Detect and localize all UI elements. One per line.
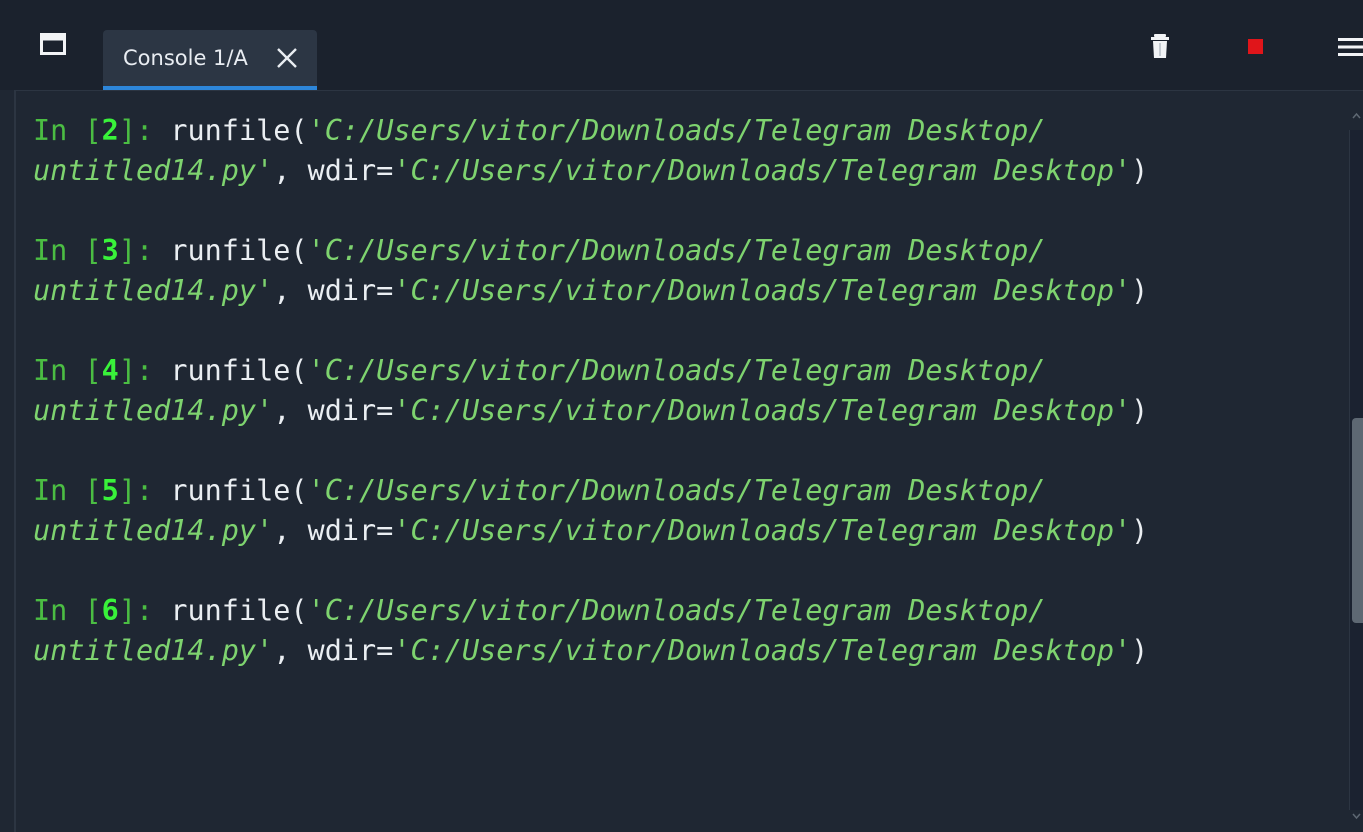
console-text: In [2]: runfile('C:/Users/vitor/Download… [33,111,1148,711]
closing-paren: ) [1131,634,1149,667]
prompt-close-bracket: ]: [118,594,171,627]
wdir-path-string: 'C:/Users/vitor/Downloads/Telegram Deskt… [393,514,1132,547]
ipython-console-window: Console 1/A In [2]: runfile('C:/Users/vi… [0,0,1363,832]
console-line: untitled14.py', wdir='C:/Users/vitor/Dow… [33,271,1148,311]
closing-paren: ) [1131,154,1149,187]
scroll-up-arrow-icon[interactable] [1350,108,1363,124]
wdir-path-string: 'C:/Users/vitor/Downloads/Telegram Deskt… [393,274,1132,307]
prompt-close-bracket: ]: [118,474,171,507]
wdir-path-string: 'C:/Users/vitor/Downloads/Telegram Deskt… [393,394,1132,427]
prompt-open-bracket: [ [84,474,102,507]
console-line: untitled14.py', wdir='C:/Users/vitor/Dow… [33,631,1148,671]
scroll-down-arrow-icon[interactable] [1350,808,1363,824]
prompt-in-label: In [33,474,85,507]
prompt-in-label: In [33,234,85,267]
console-input-entry: In [4]: runfile('C:/Users/vitor/Download… [33,351,1148,431]
console-line: untitled14.py', wdir='C:/Users/vitor/Dow… [33,151,1148,191]
console-line: untitled14.py', wdir='C:/Users/vitor/Dow… [33,391,1148,431]
file-path-string: 'C:/Users/vitor/Downloads/Telegram Deskt… [307,474,1046,507]
wdir-argument-label: , wdir= [273,274,394,307]
runfile-call: runfile( [170,354,308,387]
runfile-call: runfile( [170,474,308,507]
file-path-string-cont: untitled14.py' [33,394,274,427]
prompt-in-label: In [33,114,85,147]
hamburger-menu-icon[interactable] [1338,37,1363,57]
prompt-number: 4 [101,354,119,387]
console-input-entry: In [5]: runfile('C:/Users/vitor/Download… [33,471,1148,551]
runfile-call: runfile( [170,234,308,267]
console-line: In [3]: runfile('C:/Users/vitor/Download… [33,231,1148,271]
trash-icon[interactable] [1150,33,1170,59]
file-path-string-cont: untitled14.py' [33,274,274,307]
console-input-entry: In [6]: runfile('C:/Users/vitor/Download… [33,591,1148,671]
prompt-number: 5 [101,474,119,507]
wdir-argument-label: , wdir= [273,154,394,187]
stop-icon[interactable] [1248,39,1263,54]
console-output-area[interactable]: In [2]: runfile('C:/Users/vitor/Download… [14,90,1363,832]
console-line: In [5]: runfile('C:/Users/vitor/Download… [33,471,1148,511]
wdir-argument-label: , wdir= [273,514,394,547]
prompt-close-bracket: ]: [118,354,171,387]
close-icon[interactable] [275,46,299,70]
console-input-entry: In [3]: runfile('C:/Users/vitor/Download… [33,231,1148,311]
file-path-string-cont: untitled14.py' [33,634,274,667]
window-icon[interactable] [40,33,66,55]
console-line: In [4]: runfile('C:/Users/vitor/Download… [33,351,1148,391]
file-path-string: 'C:/Users/vitor/Downloads/Telegram Deskt… [307,354,1046,387]
wdir-path-string: 'C:/Users/vitor/Downloads/Telegram Deskt… [393,634,1132,667]
runfile-call: runfile( [170,594,308,627]
closing-paren: ) [1131,394,1149,427]
wdir-argument-label: , wdir= [273,394,394,427]
prompt-open-bracket: [ [84,594,102,627]
vertical-scrollbar-thumb[interactable] [1352,418,1363,623]
prompt-number: 6 [101,594,119,627]
prompt-open-bracket: [ [84,234,102,267]
tab-label: Console 1/A [123,46,248,70]
file-path-string: 'C:/Users/vitor/Downloads/Telegram Deskt… [307,234,1046,267]
console-line: In [6]: runfile('C:/Users/vitor/Download… [33,591,1148,631]
file-path-string-cont: untitled14.py' [33,514,274,547]
prompt-close-bracket: ]: [118,234,171,267]
console-line: In [2]: runfile('C:/Users/vitor/Download… [33,111,1148,151]
console-input-entry: In [2]: runfile('C:/Users/vitor/Download… [33,111,1148,191]
tab-console-1a[interactable]: Console 1/A [103,30,317,90]
prompt-in-label: In [33,594,85,627]
prompt-open-bracket: [ [84,354,102,387]
closing-paren: ) [1131,274,1149,307]
console-tab-bar: Console 1/A [0,0,1363,90]
file-path-string: 'C:/Users/vitor/Downloads/Telegram Deskt… [307,594,1046,627]
console-line: untitled14.py', wdir='C:/Users/vitor/Dow… [33,511,1148,551]
runfile-call: runfile( [170,114,308,147]
file-path-string-cont: untitled14.py' [33,154,274,187]
wdir-argument-label: , wdir= [273,634,394,667]
prompt-in-label: In [33,354,85,387]
prompt-number: 2 [101,114,119,147]
wdir-path-string: 'C:/Users/vitor/Downloads/Telegram Deskt… [393,154,1132,187]
closing-paren: ) [1131,514,1149,547]
prompt-number: 3 [101,234,119,267]
file-path-string: 'C:/Users/vitor/Downloads/Telegram Deskt… [307,114,1046,147]
prompt-open-bracket: [ [84,114,102,147]
prompt-close-bracket: ]: [118,114,171,147]
